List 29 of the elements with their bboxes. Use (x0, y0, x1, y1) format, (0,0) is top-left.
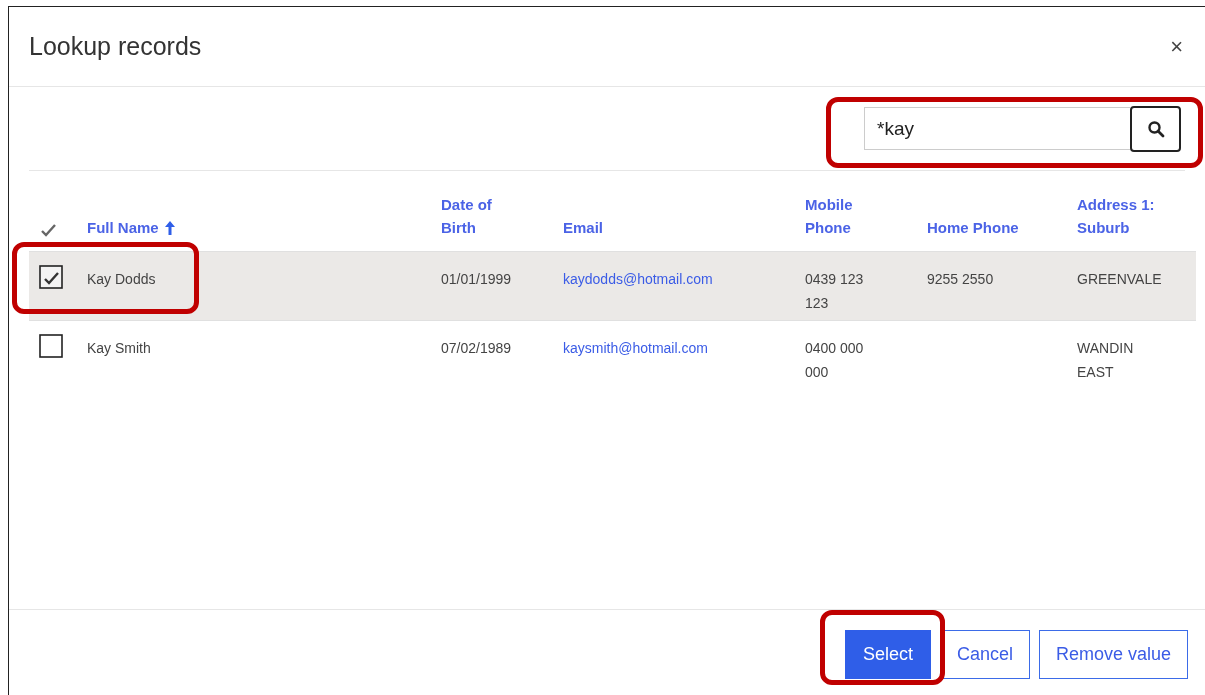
checkbox[interactable] (39, 265, 63, 289)
column-header[interactable]: Home Phone (927, 216, 1019, 239)
table-cell: Kay Smith (87, 340, 151, 356)
column-header[interactable]: Mobile Phone (805, 193, 867, 239)
column-header[interactable]: Date of Birth (441, 193, 513, 239)
search-button[interactable] (1130, 105, 1181, 152)
table-cell: 07/02/1989 (441, 340, 512, 356)
table-cell: 0439 123 123 (805, 271, 864, 311)
email-link[interactable]: kaysmith@hotmail.com (563, 340, 708, 356)
table-cell: 9255 2550 (927, 271, 994, 287)
table-cell: 0400 000 000 (805, 340, 864, 380)
sort-up-icon (163, 220, 176, 236)
table-row[interactable]: Kay Dodds 01/01/1999 kaydodds@hotmail.com 0439 123 123 9255 2550 GREENVALE (29, 251, 1196, 320)
search-field[interactable]: *kay (864, 107, 1130, 150)
table-cell: 01/01/1999 (441, 271, 512, 287)
column-header[interactable]: Address 1: Suburb (1077, 193, 1164, 239)
search-icon (1146, 119, 1165, 138)
dialog-button[interactable]: Select (844, 630, 931, 679)
table-cell: GREENVALE (1077, 271, 1162, 287)
dialog-title: Lookup records (29, 30, 202, 62)
dialog-button[interactable]: Remove value (1038, 630, 1188, 679)
select-all-icon[interactable] (40, 222, 57, 237)
column-header[interactable]: Email (563, 216, 604, 239)
close-button[interactable]: × (1166, 35, 1187, 58)
table-cell: WANDIN EAST (1077, 340, 1134, 380)
email-link[interactable]: kaydodds@hotmail.com (563, 271, 713, 287)
column-header[interactable]: Full Name (87, 216, 176, 239)
checkbox[interactable] (39, 334, 63, 358)
table-cell: Kay Dodds (87, 271, 156, 287)
